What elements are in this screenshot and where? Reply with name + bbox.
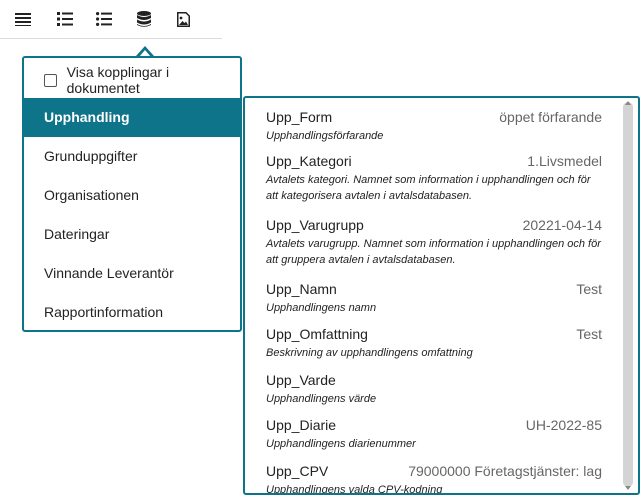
field-panel: Upp_Form öppet förfarande Upphandlingsfö… — [243, 96, 640, 495]
show-links-checkbox[interactable] — [44, 73, 57, 87]
field-item[interactable]: Upp_Diarie UH-2022-85 Upphandlingens dia… — [266, 416, 602, 452]
field-description: Beskrivning av upphandlingens omfattning — [266, 347, 473, 359]
scroll-up-icon[interactable] — [625, 101, 631, 105]
image-icon — [176, 11, 190, 27]
field-value: 1.Livsmedel — [527, 153, 602, 169]
category-grunduppgifter[interactable]: Grunduppgifter — [24, 137, 240, 176]
numbered-list-button[interactable] — [51, 6, 79, 32]
field-item[interactable]: Upp_Namn Test Upphandlingens namn — [266, 280, 602, 316]
category-list: Upphandling Grunduppgifter Organisatione… — [24, 98, 240, 332]
category-dateringar[interactable]: Dateringar — [24, 215, 240, 254]
bullet-list-button[interactable] — [90, 6, 118, 32]
field-item[interactable]: Upp_Kategori 1.Livsmedel Avtalets katego… — [266, 152, 602, 204]
field-item[interactable]: Upp_Form öppet förfarande Upphandlingsfö… — [266, 108, 602, 144]
field-value: Test — [576, 281, 602, 297]
align-justify-button[interactable] — [9, 6, 37, 32]
field-value: UH-2022-85 — [525, 417, 602, 433]
bullet-list-icon — [96, 12, 112, 26]
field-value: 79000000 Företagstjänster: lag — [408, 463, 602, 479]
field-item[interactable]: Upp_CPV 79000000 Företagstjänster: lag U… — [266, 462, 602, 495]
database-icon — [137, 11, 151, 27]
category-panel: Visa kopplingar i dokumentet Upphandling… — [22, 56, 242, 332]
field-value: öppet förfarande — [499, 109, 602, 125]
field-description: Upphandlingens namn — [266, 302, 377, 314]
field-item[interactable]: Upp_Varde Upphandlingens värde — [266, 371, 602, 407]
field-name: Upp_Namn — [266, 281, 337, 297]
field-description: Avtalets kategori. Namnet som informatio… — [266, 174, 591, 202]
field-description: Upphandlingens värde — [266, 393, 377, 405]
scrollbar[interactable] — [623, 102, 633, 487]
editor-toolbar — [0, 0, 222, 39]
category-vinnande-leverantor[interactable]: Vinnande Leverantör — [24, 254, 240, 293]
field-name: Upp_Varde — [266, 372, 336, 388]
field-description: Upphandlingens valda CPV-kodning — [266, 484, 443, 495]
field-name: Upp_Omfattning — [266, 326, 368, 342]
scroll-down-icon[interactable] — [625, 486, 631, 490]
database-button[interactable] — [130, 6, 158, 32]
category-rapportinformation[interactable]: Rapportinformation — [24, 293, 240, 332]
category-upphandling[interactable]: Upphandling — [24, 98, 240, 137]
field-item[interactable]: Upp_Omfattning Test Beskrivning av uppha… — [266, 325, 602, 361]
field-description: Upphandlingsförfarande — [266, 130, 384, 142]
field-description: Upphandlingens diarienummer — [266, 438, 416, 450]
numbered-list-icon — [57, 12, 73, 26]
category-organisationen[interactable]: Organisationen — [24, 176, 240, 215]
show-links-toggle[interactable]: Visa kopplingar i dokumentet — [44, 64, 240, 96]
field-item[interactable]: Upp_Varugrupp 20221-04-14 Avtalets varug… — [266, 216, 602, 268]
align-justify-icon — [15, 13, 31, 26]
field-value: 20221-04-14 — [522, 217, 602, 233]
field-description: Avtalets varugrupp. Namnet som informati… — [266, 238, 601, 266]
show-links-label: Visa kopplingar i dokumentet — [66, 64, 170, 96]
field-value: Test — [576, 326, 602, 342]
image-button[interactable] — [169, 6, 197, 32]
